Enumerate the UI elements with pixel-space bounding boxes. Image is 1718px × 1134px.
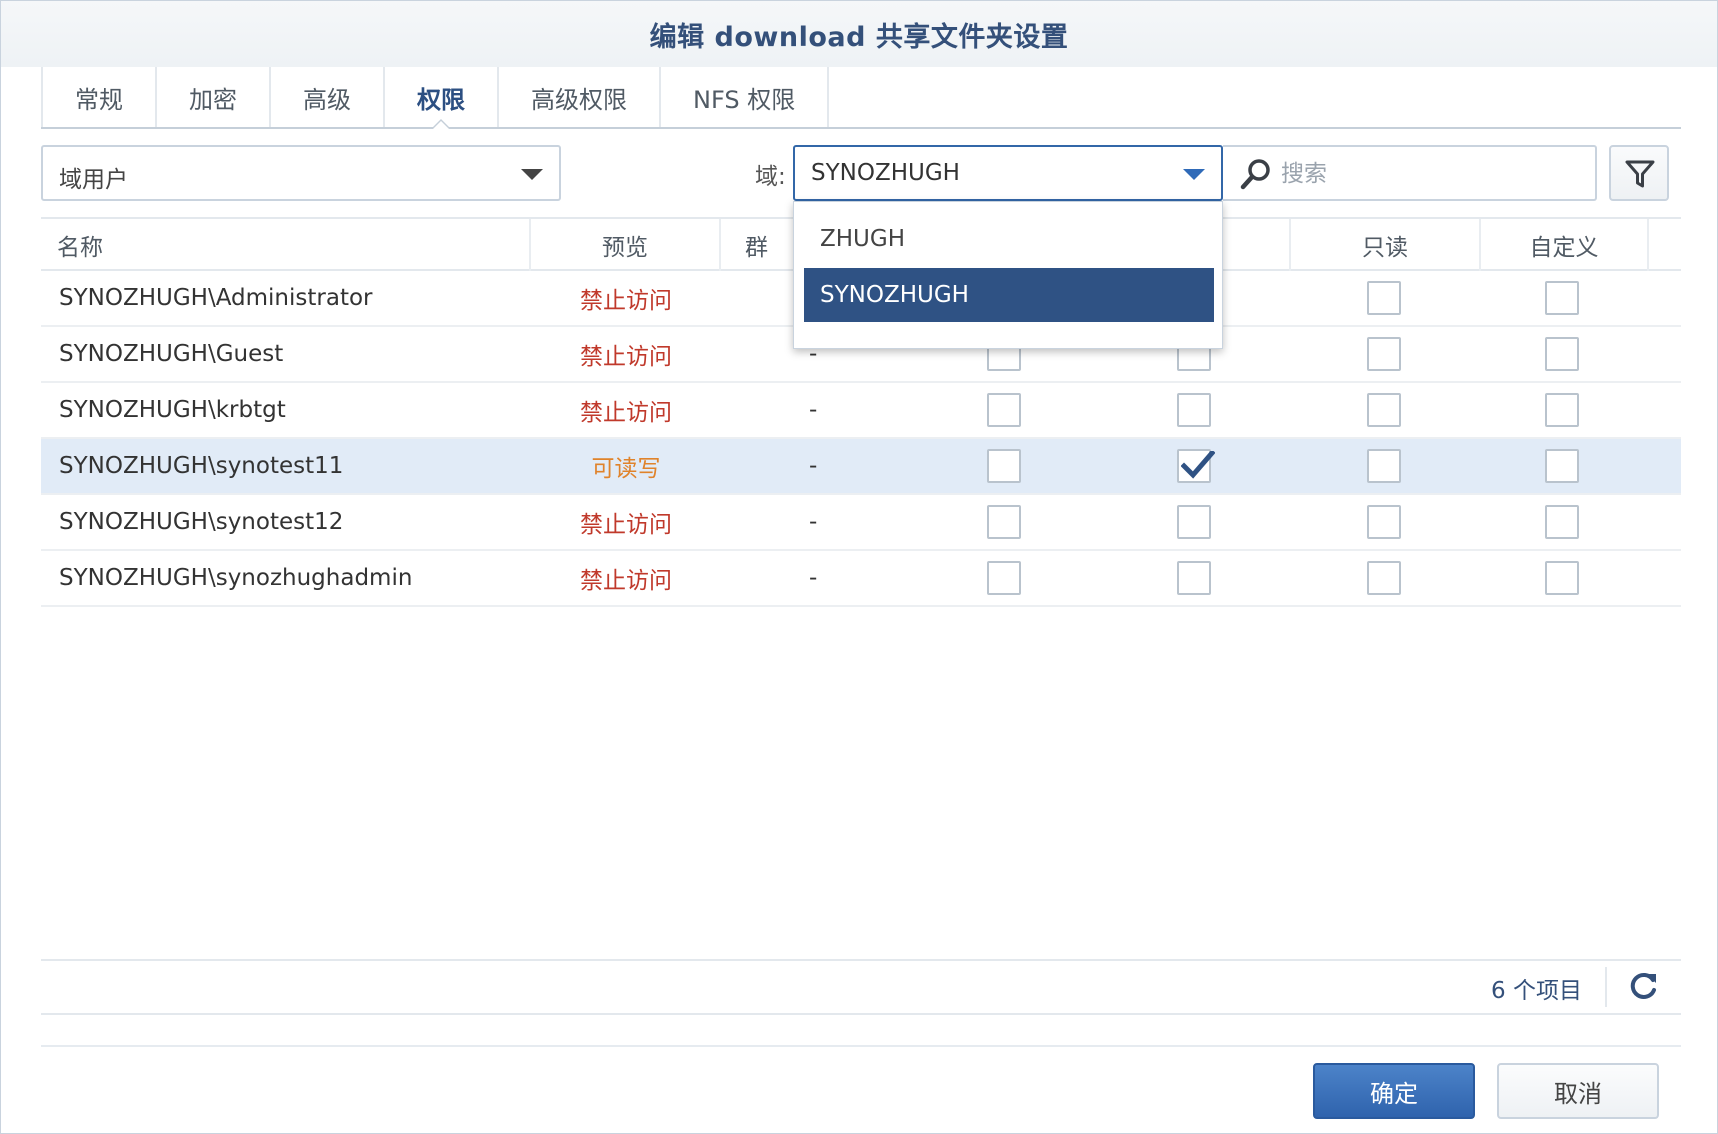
tab-encryption[interactable]: 加密 bbox=[155, 67, 269, 128]
readonly-checkbox[interactable] bbox=[1367, 561, 1401, 595]
readwrite-checkbox[interactable] bbox=[1177, 561, 1211, 595]
row-preview: 禁止访问 bbox=[580, 512, 672, 538]
custom-checkbox[interactable] bbox=[1545, 281, 1579, 315]
readonly-checkbox[interactable] bbox=[1367, 337, 1401, 371]
row-preview: 可读写 bbox=[591, 456, 661, 482]
domain-option-zhugh[interactable]: ZHUGH bbox=[804, 212, 1214, 266]
row-preview: 禁止访问 bbox=[580, 288, 672, 314]
tab-bar: 常规 加密 高级 权限 高级权限 NFS 权限 bbox=[41, 67, 830, 130]
row-name: SYNOZHUGH\Administrator bbox=[59, 285, 373, 311]
row-name: SYNOZHUGH\krbtgt bbox=[59, 397, 286, 423]
search-input[interactable] bbox=[1281, 157, 1581, 191]
row-preview: 禁止访问 bbox=[580, 400, 672, 426]
custom-checkbox[interactable] bbox=[1545, 505, 1579, 539]
domain-option-synozhugh[interactable]: SYNOZHUGH bbox=[804, 268, 1214, 322]
custom-checkbox[interactable] bbox=[1545, 561, 1579, 595]
row-group: - bbox=[809, 397, 818, 423]
refresh-icon[interactable] bbox=[1629, 971, 1659, 1001]
deny-checkbox[interactable] bbox=[987, 449, 1021, 483]
readonly-checkbox[interactable] bbox=[1367, 449, 1401, 483]
readonly-checkbox[interactable] bbox=[1367, 505, 1401, 539]
footer-divider-bottom bbox=[41, 1013, 1681, 1015]
tab-advanced[interactable]: 高级 bbox=[269, 67, 383, 128]
deny-checkbox[interactable] bbox=[987, 505, 1021, 539]
custom-checkbox[interactable] bbox=[1545, 393, 1579, 427]
edit-shared-folder-dialog: 编辑 download 共享文件夹设置 常规 加密 高级 权限 高级权限 NFS… bbox=[0, 0, 1718, 1134]
ok-button[interactable]: 确定 bbox=[1313, 1063, 1475, 1119]
row-preview: 禁止访问 bbox=[580, 344, 672, 370]
custom-checkbox[interactable] bbox=[1545, 449, 1579, 483]
table-row[interactable]: SYNOZHUGH\synotest12 禁止访问 - bbox=[41, 495, 1681, 551]
column-header-readonly[interactable]: 只读 bbox=[1291, 219, 1481, 271]
domain-label: 域: bbox=[755, 164, 786, 190]
column-header-custom[interactable]: 自定义 bbox=[1481, 219, 1649, 271]
domain-value: SYNOZHUGH bbox=[811, 160, 960, 186]
search-icon[interactable] bbox=[1239, 157, 1273, 191]
row-name: SYNOZHUGH\synotest12 bbox=[59, 509, 344, 535]
custom-checkbox[interactable] bbox=[1545, 337, 1579, 371]
filter-icon bbox=[1625, 160, 1655, 188]
column-header-name[interactable]: 名称 bbox=[41, 219, 531, 271]
readonly-checkbox[interactable] bbox=[1367, 393, 1401, 427]
chevron-down-icon bbox=[1183, 169, 1205, 180]
tab-divider bbox=[41, 127, 1681, 129]
domain-dropdown-menu: ZHUGH SYNOZHUGH bbox=[793, 201, 1223, 349]
dialog-title: 编辑 download 共享文件夹设置 bbox=[649, 22, 1069, 53]
item-count: 6 个项目 bbox=[1491, 978, 1582, 1004]
row-group: - bbox=[809, 565, 818, 591]
row-preview: 禁止访问 bbox=[580, 568, 672, 594]
table-row-selected[interactable]: SYNOZHUGH\synotest11 可读写 - bbox=[41, 439, 1681, 495]
deny-checkbox[interactable] bbox=[987, 393, 1021, 427]
search-box bbox=[1223, 145, 1597, 201]
filter-button[interactable] bbox=[1609, 145, 1669, 201]
readonly-checkbox[interactable] bbox=[1367, 281, 1401, 315]
tab-advanced-permissions[interactable]: 高级权限 bbox=[497, 67, 659, 128]
table-row[interactable]: SYNOZHUGH\synozhughadmin 禁止访问 - bbox=[41, 551, 1681, 607]
domain-select[interactable]: SYNOZHUGH bbox=[793, 145, 1223, 201]
tab-permissions[interactable]: 权限 bbox=[383, 67, 497, 130]
table-row[interactable]: SYNOZHUGH\krbtgt 禁止访问 - bbox=[41, 383, 1681, 439]
readwrite-checkbox[interactable] bbox=[1177, 505, 1211, 539]
user-type-value: 域用户 bbox=[59, 167, 128, 193]
check-icon bbox=[1181, 451, 1215, 479]
deny-checkbox[interactable] bbox=[987, 561, 1021, 595]
cancel-button[interactable]: 取消 bbox=[1497, 1063, 1659, 1119]
row-name: SYNOZHUGH\Guest bbox=[59, 341, 284, 367]
row-group: - bbox=[809, 453, 818, 479]
readwrite-checkbox[interactable] bbox=[1177, 449, 1215, 483]
readwrite-checkbox[interactable] bbox=[1177, 393, 1211, 427]
column-header-preview[interactable]: 预览 bbox=[531, 219, 721, 271]
footer-divider bbox=[41, 959, 1681, 961]
title-bar: 编辑 download 共享文件夹设置 bbox=[1, 1, 1717, 67]
tab-nfs-permissions[interactable]: NFS 权限 bbox=[659, 67, 830, 128]
button-bar-divider bbox=[41, 1045, 1681, 1047]
footer-separator bbox=[1605, 967, 1607, 1007]
row-group: - bbox=[809, 509, 818, 535]
row-name: SYNOZHUGH\synotest11 bbox=[59, 453, 344, 479]
row-name: SYNOZHUGH\synozhughadmin bbox=[59, 565, 413, 591]
user-type-select[interactable]: 域用户 bbox=[41, 145, 561, 201]
chevron-down-icon bbox=[521, 169, 543, 180]
tab-general[interactable]: 常规 bbox=[41, 67, 155, 128]
